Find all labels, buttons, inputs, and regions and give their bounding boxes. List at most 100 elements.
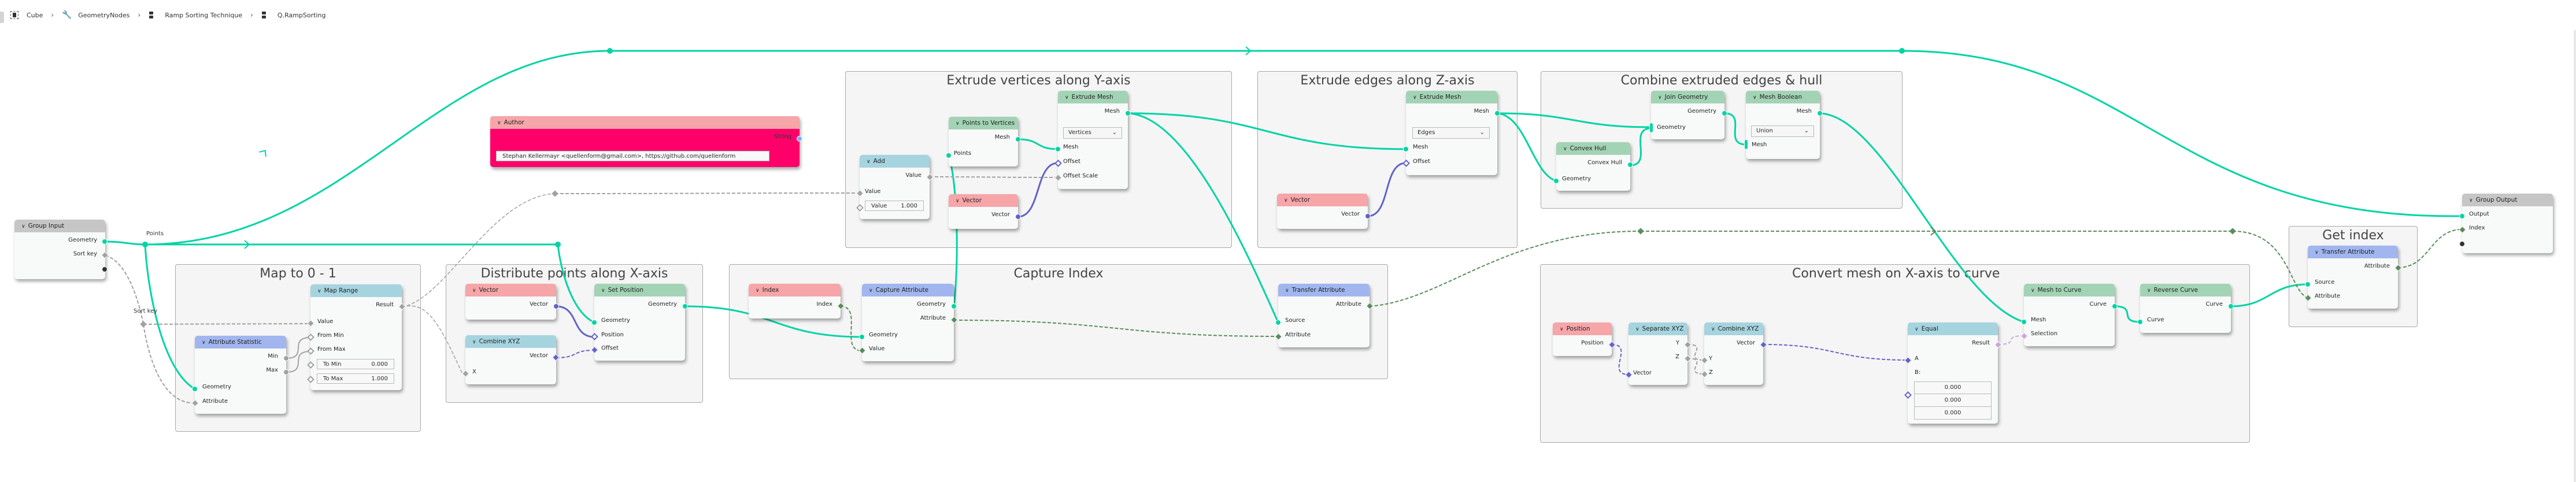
empty-socket[interactable] (102, 266, 108, 272)
reroute-node[interactable] (142, 242, 148, 247)
node-set-position[interactable]: ∨ Set Position Geometry Geometry Position… (591, 284, 688, 361)
node-header[interactable]: ∨ Extrude Mesh (1058, 91, 1128, 103)
geometry-socket[interactable] (1627, 162, 1633, 168)
breadcrumb-item-nodetree[interactable]: Ramp Sorting Technique (149, 11, 242, 19)
chevron-down-icon[interactable]: ∨ (1753, 91, 1757, 103)
node-header[interactable]: ∨ Attribute Statistic (195, 336, 286, 348)
chevron-down-icon[interactable]: ∨ (1285, 284, 1289, 296)
b-x-field[interactable]: 0.000 (1914, 381, 1992, 394)
chevron-down-icon[interactable]: ∨ (1413, 91, 1417, 103)
node-capture-attribute[interactable]: ∨ Capture Attribute Geometry Attribute Ge… (858, 284, 958, 361)
chevron-down-icon[interactable]: ∨ (472, 336, 476, 348)
node-join-geometry[interactable]: ∨ Join Geometry Geometry Geometry (1649, 91, 1727, 139)
geometry-socket[interactable] (1275, 320, 1281, 325)
geometry-socket[interactable] (2459, 213, 2465, 219)
author-string-field[interactable]: Stephan Kellermayr <quellenform@gmail.co… (496, 151, 769, 161)
reroute-node[interactable] (607, 48, 613, 54)
geometry-socket[interactable] (1403, 146, 1409, 152)
node-header[interactable]: ∨ Position (1553, 322, 1612, 335)
float-socket[interactable] (101, 251, 109, 259)
node-header[interactable]: ∨ Vector (465, 284, 556, 296)
breadcrumb-item-modifier[interactable]: 🔧 GeometryNodes (62, 11, 129, 19)
geometry-socket[interactable] (192, 386, 198, 392)
reroute-node[interactable] (1899, 48, 1905, 54)
node-reverse-curve[interactable]: ∨ Reverse Curve Curve Curve (2137, 284, 2234, 333)
mode-dropdown[interactable]: Vertices ⌄ (1063, 127, 1122, 139)
geometry-socket[interactable] (859, 334, 865, 340)
geometry-socket[interactable] (2021, 319, 2027, 325)
node-attribute-statistic[interactable]: ∨ Attribute Statistic Min Max Geometry At… (191, 336, 289, 414)
node-combine-xyz[interactable]: ∨ Combine XYZ Vector X (462, 335, 560, 384)
geometry-socket[interactable] (1015, 136, 1021, 142)
chevron-down-icon[interactable]: ∨ (756, 284, 760, 296)
chevron-down-icon[interactable]: ∨ (601, 284, 605, 296)
node-header[interactable]: ∨ Vector (1277, 194, 1368, 206)
node-header[interactable]: ∨ Separate XYZ (1628, 322, 1687, 335)
reroute-node[interactable] (555, 242, 561, 247)
link-geometry[interactable] (105, 240, 146, 246)
geometry-socket[interactable] (2137, 319, 2143, 325)
geometry-socket[interactable] (1817, 110, 1823, 116)
node-transfer-attribute[interactable]: ∨ Transfer Attribute Attribute Source Att… (1275, 284, 1374, 347)
chevron-down-icon[interactable]: ∨ (202, 336, 206, 348)
breadcrumb-item-object[interactable]: Cube (10, 11, 43, 19)
node-group-output[interactable]: ∨ Group Output Output Index (2459, 194, 2553, 253)
chevron-down-icon[interactable]: ∨ (1563, 143, 1567, 155)
node-header[interactable]: ∨ Author (490, 116, 800, 129)
to-max-field[interactable]: To Max 1.000 (317, 373, 394, 384)
canvas-scrollbar[interactable] (2574, 30, 2576, 482)
chevron-down-icon[interactable]: ∨ (869, 284, 873, 296)
node-vector[interactable]: ∨ Vector Vector (1277, 194, 1371, 229)
geometry-socket[interactable] (946, 153, 952, 158)
geometry-socket[interactable] (591, 320, 597, 325)
node-header[interactable]: ∨ Equal (1908, 322, 1998, 335)
node-header[interactable]: ∨ Index (749, 284, 841, 296)
add-value-field[interactable]: Value 1.000 (865, 201, 924, 211)
node-header[interactable]: ∨ Combine XYZ (465, 335, 556, 348)
geometry-socket[interactable] (1125, 110, 1131, 116)
reroute-node[interactable] (1637, 228, 1644, 235)
geometry-socket[interactable] (682, 303, 688, 309)
node-vector[interactable]: ∨ Vector Vector (949, 194, 1021, 229)
geometry-socket[interactable] (102, 239, 108, 244)
chevron-down-icon[interactable]: ∨ (317, 285, 321, 297)
node-header[interactable]: ∨ Vector (949, 194, 1018, 207)
chevron-down-icon[interactable]: ∨ (1635, 323, 1639, 335)
node-mesh-to-curve[interactable]: ∨ Mesh to Curve Curve Mesh Selection (2020, 284, 2118, 346)
node-header[interactable]: ∨ Extrude Mesh (1406, 91, 1497, 103)
breadcrumb-item-group[interactable]: Q.RampSorting (261, 11, 325, 19)
node-header[interactable]: ∨ Transfer Attribute (1278, 284, 1370, 296)
node-header[interactable]: ∨ Add (860, 155, 930, 168)
node-position[interactable]: ∨ Position Position (1553, 322, 1616, 356)
vector-socket[interactable] (553, 303, 559, 309)
geometry-socket[interactable] (1055, 146, 1061, 152)
chevron-down-icon[interactable]: ∨ (472, 284, 476, 296)
vector-socket[interactable] (1015, 214, 1021, 220)
node-map-range[interactable]: ∨ Map Range Result Value From Min From Ma… (307, 284, 406, 390)
node-group-input[interactable]: ∨ Group Input Geometry Sort key (14, 220, 109, 279)
reroute-node[interactable] (140, 321, 147, 328)
node-index[interactable]: ∨ Index Index (749, 284, 845, 318)
mode-dropdown[interactable]: Edges ⌄ (1412, 127, 1490, 139)
chevron-down-icon[interactable]: ∨ (2147, 284, 2151, 296)
multi-input-socket[interactable] (1649, 123, 1653, 133)
node-header[interactable]: ∨ Combine XYZ (1704, 322, 1763, 335)
geometry-socket[interactable] (951, 303, 957, 309)
chevron-down-icon[interactable]: ∨ (1658, 91, 1662, 103)
node-header[interactable]: ∨ Group Output (2462, 194, 2553, 206)
node-extrude-mesh[interactable]: ∨ Extrude Mesh Mesh Edges ⌄ Mesh Offset (1402, 91, 1500, 175)
node-header[interactable]: ∨ Convex Hull (1556, 142, 1630, 155)
vector-socket[interactable] (1365, 213, 1371, 219)
chevron-down-icon[interactable]: ∨ (2031, 284, 2035, 296)
float-socket[interactable] (283, 369, 289, 375)
b-z-field[interactable]: 0.000 (1914, 406, 1992, 420)
node-extrude-mesh[interactable]: ∨ Extrude Mesh Mesh Vertices ⌄ Mesh Offset… (1054, 91, 1131, 189)
chevron-down-icon[interactable]: ∨ (1065, 91, 1069, 103)
int-socket[interactable] (2459, 226, 2466, 233)
reroute-node[interactable] (552, 190, 558, 197)
node-header[interactable]: ∨ Set Position (594, 284, 685, 296)
chevron-down-icon[interactable]: ∨ (2315, 246, 2319, 258)
chevron-down-icon[interactable]: ∨ (867, 155, 871, 168)
node-header[interactable]: ∨ Points to Vertices (949, 117, 1018, 129)
node-header[interactable]: ∨ Reverse Curve (2140, 284, 2231, 296)
